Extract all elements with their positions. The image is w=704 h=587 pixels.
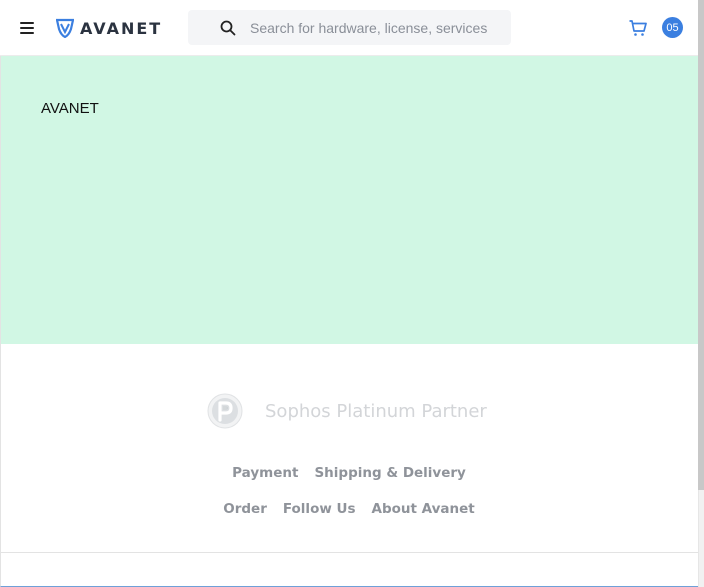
menu-bar (20, 32, 34, 34)
footer-link-shipping[interactable]: Shipping & Delivery (314, 465, 465, 481)
menu-icon[interactable] (18, 19, 36, 37)
search-input[interactable] (250, 10, 505, 45)
footer-divider (1, 552, 698, 553)
partner-badge: Sophos Platinum Partner (207, 393, 487, 429)
menu-bar (20, 22, 34, 24)
footer-link-order[interactable]: Order (223, 501, 267, 517)
cart-count-badge[interactable]: 05 (662, 17, 683, 38)
footer-links-row2: Order Follow Us About Avanet (0, 501, 698, 517)
menu-bar (20, 27, 34, 29)
cart-icon[interactable] (628, 18, 648, 38)
brand-logo[interactable]: AVANET (56, 17, 162, 39)
footer-links-row1: Payment Shipping & Delivery (0, 465, 698, 481)
brand-name: AVANET (80, 18, 163, 38)
scrollbar[interactable] (698, 0, 704, 587)
partner-text: Sophos Platinum Partner (265, 400, 487, 422)
scrollbar-thumb[interactable] (698, 0, 704, 490)
search-bar (188, 10, 511, 45)
footer-link-payment[interactable]: Payment (232, 465, 298, 481)
hero-banner: AVANET (1, 56, 698, 344)
hero-text: AVANET (41, 100, 99, 117)
search-icon[interactable] (220, 20, 236, 36)
avanet-logo-icon (56, 18, 74, 38)
footer-link-about[interactable]: About Avanet (372, 501, 475, 517)
footer-link-follow-us[interactable]: Follow Us (283, 501, 356, 517)
sophos-partner-icon (207, 393, 243, 429)
top-header: AVANET 05 (0, 0, 698, 56)
